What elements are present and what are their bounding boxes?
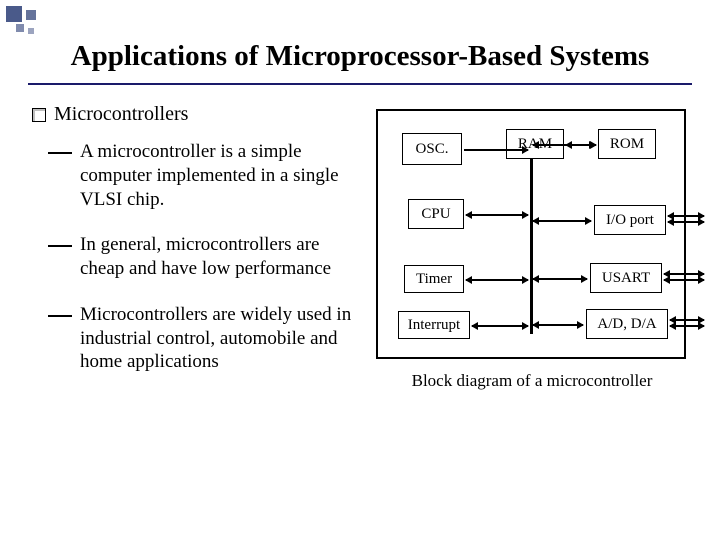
microcontroller-block-diagram: OSC. RAM ROM CPU I/O port Timer USART In… <box>376 109 686 359</box>
external-arrow <box>664 279 704 281</box>
external-arrow <box>664 273 704 275</box>
wire <box>466 214 528 216</box>
wire <box>533 324 583 326</box>
block-usart: USART <box>590 263 662 293</box>
section-header: Microcontrollers <box>32 103 354 126</box>
bullet-box-icon <box>32 108 46 122</box>
block-io-port: I/O port <box>594 205 666 235</box>
wire <box>533 220 591 222</box>
bus-line <box>530 159 533 334</box>
external-arrow <box>670 325 704 327</box>
block-adda: A/D, D/A <box>586 309 668 339</box>
bullet-item: In general, microcontrollers are cheap a… <box>62 233 354 281</box>
block-interrupt: Interrupt <box>398 311 470 339</box>
wire <box>472 325 528 327</box>
bullet-item: A microcontroller is a simple computer i… <box>62 140 354 211</box>
bullet-item: Microcontrollers are widely used in indu… <box>62 303 354 374</box>
wire <box>533 278 587 280</box>
corner-decoration <box>6 6 46 42</box>
external-arrow <box>668 221 704 223</box>
diagram-caption: Block diagram of a microcontroller <box>372 371 692 391</box>
block-cpu: CPU <box>408 199 464 229</box>
wire <box>566 144 596 146</box>
block-osc: OSC. <box>402 133 462 165</box>
wire <box>464 149 528 151</box>
slide-title: Applications of Microprocessor-Based Sys… <box>0 0 720 79</box>
block-rom: ROM <box>598 129 656 159</box>
external-arrow <box>670 319 704 321</box>
section-title: Microcontrollers <box>54 103 188 126</box>
wire <box>466 279 528 281</box>
external-arrow <box>668 215 704 217</box>
block-timer: Timer <box>404 265 464 293</box>
